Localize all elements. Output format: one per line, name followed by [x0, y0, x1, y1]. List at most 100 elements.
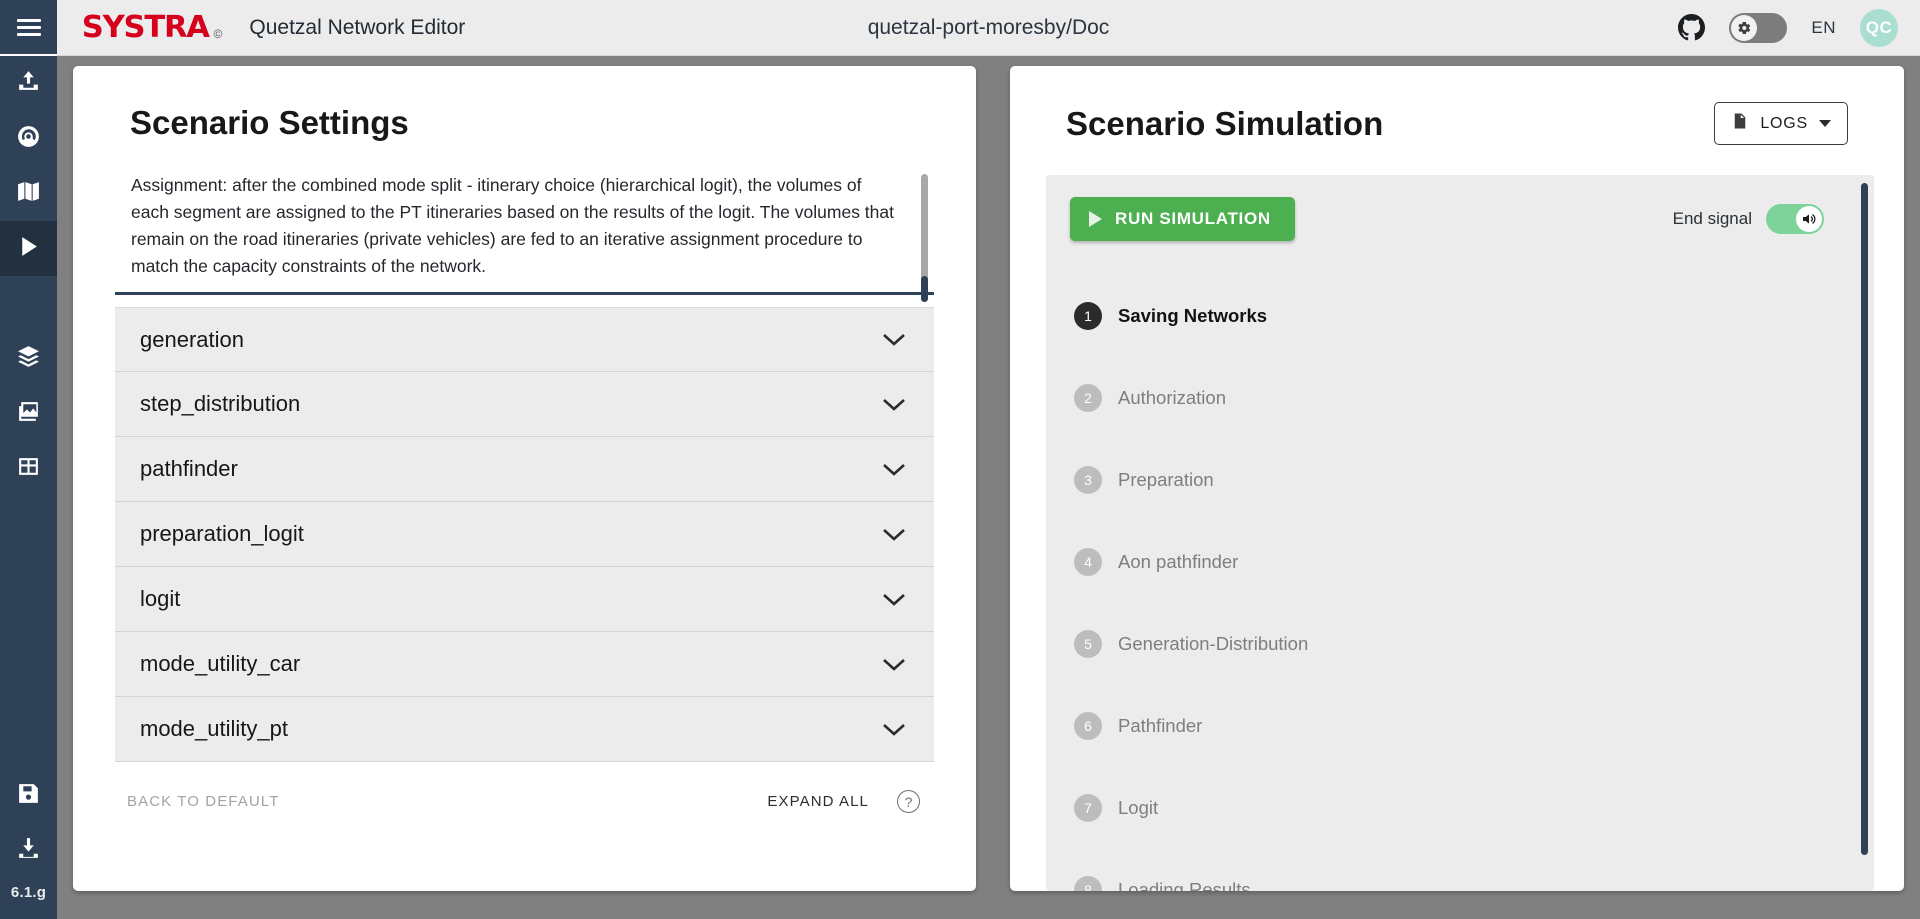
simulation-step[interactable]: 6 Pathfinder	[1074, 685, 1874, 767]
sidebar-item-save[interactable]	[0, 768, 57, 823]
end-signal-toggle[interactable]	[1766, 204, 1824, 234]
copyright-mark: ©	[213, 26, 223, 41]
step-number: 6	[1074, 712, 1102, 740]
scenario-description: Assignment: after the combined mode spli…	[131, 175, 894, 276]
avatar[interactable]: QC	[1860, 8, 1898, 47]
description-scrollbar[interactable]	[921, 174, 928, 302]
accordion-row[interactable]: mode_utility_pt	[115, 697, 934, 762]
expand-all-button[interactable]: EXPAND ALL	[767, 793, 869, 810]
step-number: 4	[1074, 548, 1102, 576]
accordion-row[interactable]: step_distribution	[115, 372, 934, 437]
chevron-down-icon	[881, 527, 907, 542]
chevron-down-icon	[881, 397, 907, 412]
sidebar-item-layers[interactable]	[0, 331, 57, 386]
step-label: Pathfinder	[1118, 715, 1203, 736]
question-mark-icon[interactable]: ?	[897, 790, 920, 813]
app-title: Quetzal Network Editor	[249, 15, 466, 39]
simulation-step[interactable]: 7 Logit	[1074, 767, 1874, 849]
accordion-row[interactable]: pathfinder	[115, 437, 934, 502]
simulation-scrollbar-thumb[interactable]	[1861, 183, 1868, 855]
sidebar-item-download[interactable]	[0, 823, 57, 878]
simulation-body: RUN SIMULATION End signal 1 Saving Netwo…	[1046, 175, 1874, 891]
rail-bottom-group: 6.1.g	[0, 768, 57, 919]
document-icon	[1731, 112, 1749, 135]
chevron-down-icon	[881, 657, 907, 672]
gear-icon	[1731, 14, 1758, 41]
table-icon	[16, 454, 41, 484]
accordion-label: logit	[140, 586, 181, 611]
logs-button[interactable]: LOGS	[1714, 102, 1848, 145]
description-container: Assignment: after the combined mode spli…	[115, 172, 934, 302]
step-label: Aon pathfinder	[1118, 551, 1239, 572]
application-root: 6.1.g SYSTRA © Quetzal Network Editor qu…	[0, 0, 1920, 919]
chevron-down-icon	[881, 462, 907, 477]
step-label: Logit	[1118, 797, 1159, 818]
sidebar-item-run[interactable]	[0, 221, 57, 276]
simulation-title: Scenario Simulation	[1066, 104, 1384, 142]
accordion-label: generation	[140, 326, 244, 352]
play-icon	[1089, 211, 1102, 227]
map-icon	[16, 179, 41, 209]
systra-logo: SYSTRA	[81, 9, 210, 45]
end-signal-label: End signal	[1672, 209, 1752, 228]
back-to-default-button[interactable]: BACK TO DEFAULT	[127, 793, 279, 810]
page-title: Scenario Settings	[130, 104, 409, 141]
hamburger-menu-button[interactable]	[0, 0, 57, 56]
simulation-step[interactable]: 4 Aon pathfinder	[1074, 521, 1874, 603]
scenario-simulation-panel: Scenario Simulation LOGS RUN SIMULATION	[1010, 66, 1904, 891]
app-version-label: 6.1.g	[10, 884, 47, 901]
run-simulation-button[interactable]: RUN SIMULATION	[1070, 197, 1295, 241]
download-icon	[16, 836, 41, 866]
sidebar-item-table[interactable]	[0, 441, 57, 496]
simulation-step[interactable]: 1 Saving Networks	[1074, 275, 1874, 357]
sidebar-item-dashboard[interactable]	[0, 111, 57, 166]
simulation-step[interactable]: 8 Loading Results	[1074, 849, 1874, 891]
workspace: Scenario Settings Assignment: after the …	[57, 56, 1920, 919]
step-number: 8	[1074, 876, 1102, 891]
simulation-header: Scenario Simulation LOGS	[1010, 66, 1904, 145]
sidebar-item-images[interactable]	[0, 386, 57, 441]
settings-footer: BACK TO DEFAULT EXPAND ALL ?	[115, 790, 934, 813]
simulation-step[interactable]: 2 Authorization	[1074, 357, 1874, 439]
step-number: 1	[1074, 302, 1102, 330]
accordion-label: pathfinder	[140, 456, 238, 481]
chevron-down-icon	[881, 332, 907, 347]
left-navigation-rail: 6.1.g	[0, 0, 57, 919]
brand-logo-group: SYSTRA ©	[81, 9, 223, 45]
top-bar: SYSTRA © Quetzal Network Editor quetzal-…	[57, 0, 1920, 56]
github-icon[interactable]	[1678, 14, 1706, 41]
sidebar-item-import[interactable]	[0, 56, 57, 111]
rail-item-list	[0, 56, 57, 496]
upload-icon	[16, 69, 41, 99]
settings-accordion-list: generation step_distribution pathfinder …	[115, 307, 934, 762]
simulation-controls: RUN SIMULATION End signal	[1046, 197, 1874, 241]
accordion-row[interactable]: logit	[115, 567, 934, 632]
description-scrollbar-thumb[interactable]	[921, 276, 928, 302]
layers-icon	[16, 344, 41, 374]
step-number: 5	[1074, 630, 1102, 658]
settings-footer-actions: EXPAND ALL ?	[767, 790, 920, 813]
settings-toggle[interactable]	[1729, 12, 1788, 43]
logs-button-label: LOGS	[1760, 114, 1808, 132]
simulation-scrollbar[interactable]	[1861, 183, 1868, 883]
run-simulation-label: RUN SIMULATION	[1115, 209, 1271, 228]
save-icon	[16, 781, 41, 811]
step-number: 3	[1074, 466, 1102, 494]
step-label: Saving Networks	[1118, 305, 1268, 326]
step-label: Loading Results	[1118, 879, 1251, 891]
accordion-row[interactable]: mode_utility_car	[115, 632, 934, 697]
step-label: Authorization	[1118, 387, 1226, 408]
accordion-row[interactable]: generation	[115, 307, 934, 372]
chevron-down-icon	[1819, 120, 1831, 127]
images-icon	[16, 399, 41, 429]
main-column: SYSTRA © Quetzal Network Editor quetzal-…	[57, 0, 1920, 919]
accordion-row[interactable]: preparation_logit	[115, 502, 934, 567]
simulation-step[interactable]: 5 Generation-Distribution	[1074, 603, 1874, 685]
accordion-label: step_distribution	[140, 391, 301, 416]
simulation-step[interactable]: 3 Preparation	[1074, 439, 1874, 521]
chevron-down-icon	[881, 722, 907, 737]
step-number: 7	[1074, 794, 1102, 822]
sidebar-item-map[interactable]	[0, 166, 57, 221]
language-selector[interactable]: EN	[1811, 18, 1836, 38]
hamburger-menu-icon	[16, 15, 41, 40]
